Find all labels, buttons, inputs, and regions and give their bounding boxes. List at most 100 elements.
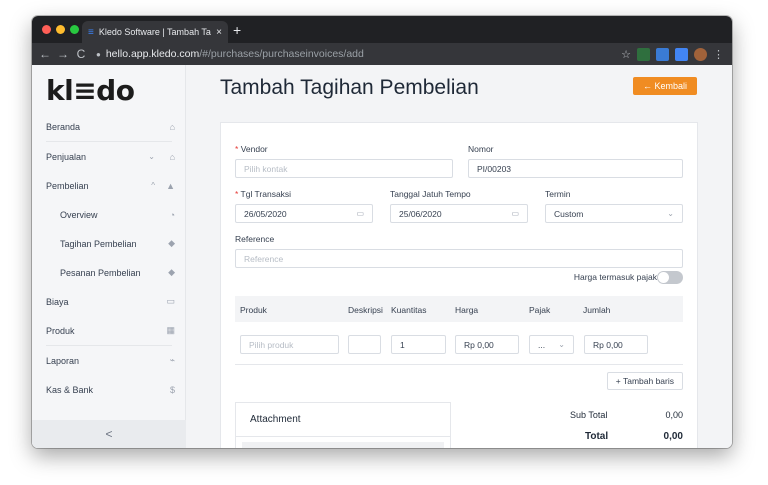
main-panel: Tambah Tagihan Pembelian ← Kembali * Ven… — [186, 65, 732, 448]
tag-icon: ◆ — [168, 267, 175, 277]
reference-input[interactable]: Reference — [235, 249, 683, 268]
star-icon[interactable]: ☆ — [621, 48, 631, 61]
sidebar-item-label: Penjualan — [46, 151, 87, 162]
sidebar-item-produk[interactable]: Produk ▦ — [32, 316, 186, 345]
back-icon[interactable]: ← — [36, 47, 54, 61]
sidebar-item-label: Laporan — [46, 355, 80, 366]
produk-placeholder: Pilih produk — [249, 339, 294, 350]
termin-label: Termin — [545, 189, 571, 199]
new-tab-button[interactable]: + — [233, 22, 241, 38]
tgl-jatuh-tempo-value: 25/06/2020 — [399, 208, 442, 219]
browser-window: ≡ Kledo Software | Tambah Tagih × + ← → … — [32, 16, 732, 448]
subtotal-value: 0,00 — [665, 410, 683, 420]
sidebar-collapse-button[interactable]: < — [32, 420, 186, 448]
termin-select[interactable]: Custom ⌄ — [545, 204, 683, 223]
sidebar-item-overview[interactable]: Overview ◔ — [32, 200, 186, 229]
tgl-jatuh-tempo-label: Tanggal Jatuh Tempo — [390, 189, 471, 199]
deskripsi-input[interactable] — [348, 335, 381, 354]
pajak-value: ... — [538, 339, 546, 350]
line-chart-icon: ⌁ — [169, 355, 175, 365]
attachment-panel: Attachment — [235, 402, 451, 448]
sidebar-item-label: Produk — [46, 325, 75, 336]
sidebar-item-beranda[interactable]: Beranda ⌂ — [32, 112, 186, 141]
sidebar-item-tagihan-pembelian[interactable]: Tagihan Pembelian ◆ — [32, 229, 186, 258]
harga-input[interactable]: Rp 0,00 — [455, 335, 519, 354]
sidebar-item-label: Pembelian — [46, 180, 89, 191]
column-header-deskripsi: Deskripsi — [348, 305, 383, 315]
tab-bar: ≡ Kledo Software | Tambah Tagih × + — [32, 16, 732, 43]
attachment-dropzone[interactable] — [242, 442, 444, 448]
kuantitas-value: 1 — [400, 339, 405, 350]
sidebar: kl≡do Beranda ⌂ Penjualan ⌄ ⌂ Pembelian … — [32, 65, 186, 448]
harga-termasuk-pajak-label: Harga termasuk pajak — [573, 272, 657, 282]
sidebar-item-label: Overview — [60, 209, 98, 220]
tab-title: Kledo Software | Tambah Tagih — [98, 27, 212, 37]
add-row-button[interactable]: + Tambah baris — [606, 372, 683, 390]
vendor-label-text: Vendor — [240, 144, 268, 154]
total-label: Total — [585, 431, 609, 442]
reload-icon[interactable]: C — [72, 47, 90, 61]
tab-close-icon[interactable]: × — [216, 27, 222, 38]
produk-select[interactable]: Pilih produk — [240, 335, 339, 354]
termin-value: Custom — [554, 208, 584, 219]
shopping-bag-icon: ▲ — [166, 180, 175, 191]
chevron-down-icon: ⌄ — [148, 152, 155, 161]
chevron-up-icon: ^ — [151, 181, 155, 190]
maximize-window-button[interactable] — [70, 25, 79, 34]
nomor-value: PI/00203 — [477, 163, 512, 174]
required-mark: * — [235, 144, 239, 154]
calendar-icon: ▭ — [511, 209, 519, 218]
url-field[interactable]: ● hello.app.kledo.com /#/purchases/purch… — [96, 48, 621, 60]
profile-avatar[interactable] — [694, 47, 707, 61]
calendar-icon: ▭ — [356, 209, 364, 218]
sidebar-item-label: Tagihan Pembelian — [60, 238, 137, 249]
vendor-label: * Vendor — [235, 144, 268, 154]
vendor-placeholder: Pilih kontak — [244, 163, 288, 174]
close-window-button[interactable] — [42, 25, 51, 34]
pajak-select[interactable]: ... ⌄ — [529, 335, 574, 354]
attachment-title: Attachment — [250, 414, 301, 425]
sidebar-item-laporan[interactable]: Laporan ⌁ — [32, 346, 186, 375]
sidebar-item-biaya[interactable]: Biaya ▭ — [32, 287, 186, 316]
sidebar-item-kas-bank[interactable]: Kas & Bank $ — [32, 375, 186, 404]
subtotal-label: Sub Total — [570, 410, 608, 420]
jumlah-field: Rp 0,00 — [584, 335, 648, 354]
harga-termasuk-pajak-toggle[interactable] — [657, 271, 683, 284]
extension-icon[interactable] — [675, 47, 688, 61]
column-header-kuantitas: Kuantitas — [391, 305, 427, 315]
browser-tab[interactable]: ≡ Kledo Software | Tambah Tagih × — [82, 21, 228, 43]
column-header-jumlah: Jumlah — [583, 305, 611, 315]
kuantitas-input[interactable]: 1 — [391, 335, 446, 354]
extensions-area: ☆ ⋮ — [621, 47, 724, 61]
harga-value: Rp 0,00 — [464, 339, 494, 350]
page-title: Tambah Tagihan Pembelian — [220, 76, 479, 99]
nomor-input[interactable]: PI/00203 — [468, 159, 683, 178]
tags-icon: ◆ — [168, 238, 175, 248]
extension-icon[interactable] — [656, 47, 669, 61]
extension-icon[interactable] — [637, 47, 650, 61]
forward-icon[interactable]: → — [54, 47, 72, 61]
sidebar-item-pesanan-pembelian[interactable]: Pesanan Pembelian ◆ — [32, 258, 186, 287]
tgl-transaksi-label-text: Tgl Transaksi — [240, 189, 292, 199]
sidebar-item-label: Pesanan Pembelian — [60, 267, 141, 278]
kledo-favicon-icon: ≡ — [88, 26, 94, 38]
sidebar-item-penjualan[interactable]: Penjualan ⌄ ⌂ — [32, 142, 186, 171]
vendor-select[interactable]: Pilih kontak — [235, 159, 453, 178]
column-header-pajak: Pajak — [529, 305, 551, 315]
total-value: 0,00 — [663, 431, 683, 442]
shopping-basket-icon: ⌂ — [169, 151, 175, 162]
sidebar-item-label: Biaya — [46, 296, 69, 307]
items-table-header: Produk Deskripsi Kuantitas Harga Pajak J… — [235, 296, 683, 322]
sidebar-item-pembelian[interactable]: Pembelian ^ ▲ — [32, 171, 186, 200]
tgl-jatuh-tempo-input[interactable]: 25/06/2020 ▭ — [390, 204, 528, 223]
tgl-transaksi-input[interactable]: 26/05/2020 ▭ — [235, 204, 373, 223]
nomor-label: Nomor — [468, 144, 494, 154]
url-host: hello.app.kledo.com — [105, 48, 200, 60]
sidebar-item-label: Beranda — [46, 121, 81, 132]
kledo-logo[interactable]: kl≡do — [46, 74, 135, 107]
minimize-window-button[interactable] — [56, 25, 65, 34]
back-button[interactable]: ← Kembali — [632, 77, 697, 95]
browser-menu-icon[interactable]: ⋮ — [713, 48, 724, 61]
address-bar: ← → C ● hello.app.kledo.com /#/purchases… — [32, 43, 732, 65]
divider — [235, 364, 683, 365]
